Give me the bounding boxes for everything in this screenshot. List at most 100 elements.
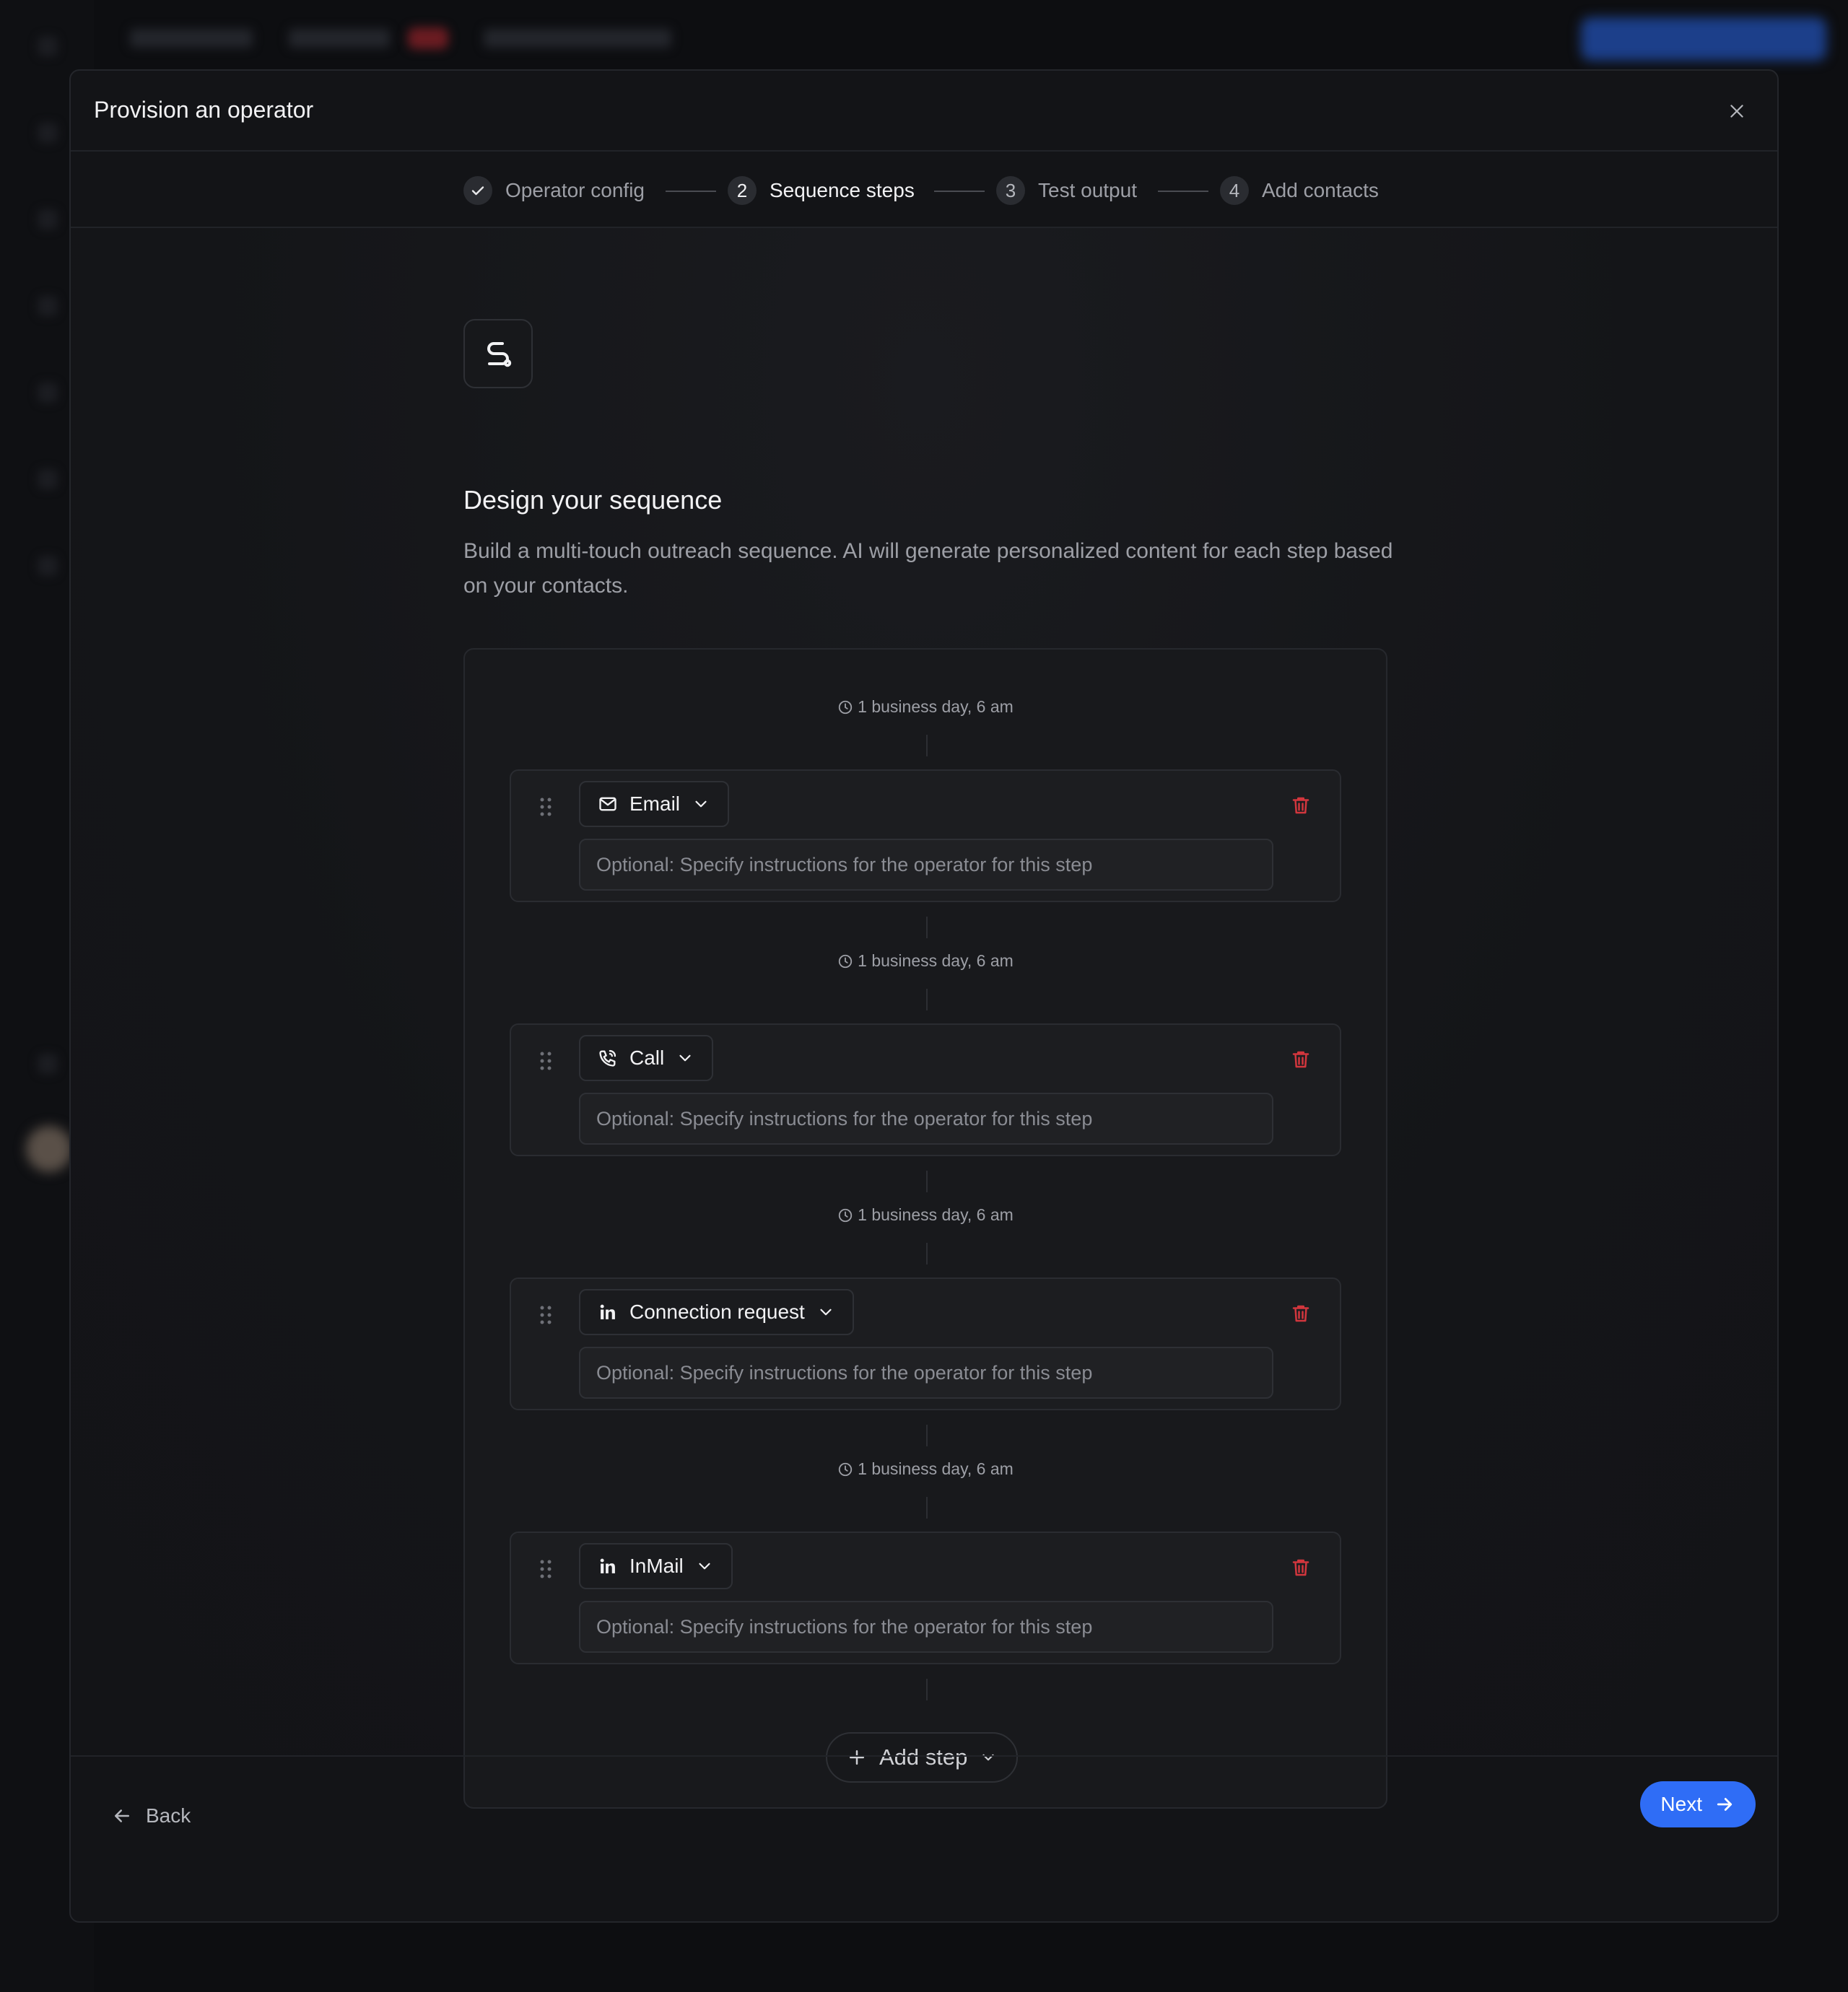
step-instructions-input[interactable] [579, 1601, 1273, 1653]
step-label: Test output [1038, 179, 1137, 201]
step-number: 2 [728, 176, 757, 205]
drag-handle[interactable] [537, 1555, 554, 1583]
stepper-connector [934, 191, 985, 192]
background-nav-icon [38, 36, 58, 56]
stepper-step-add-contacts[interactable]: 4 Add contacts [1220, 169, 1379, 212]
step-number: 3 [996, 176, 1025, 205]
stepper-connector [666, 191, 716, 192]
linkedin-icon [600, 1304, 615, 1319]
sequence-connector [926, 735, 928, 756]
stepper-step-operator-config[interactable]: Operator config [463, 169, 645, 212]
sequence-description: Build a multi-touch outreach sequence. A… [463, 539, 1393, 598]
next-button[interactable]: Next [1640, 1781, 1756, 1827]
step-type-label: Call [629, 1047, 665, 1069]
delete-step-button[interactable] [1288, 1047, 1314, 1073]
step-label: Add contacts [1262, 179, 1379, 201]
phone-icon [599, 1049, 616, 1067]
close-icon [1730, 105, 1743, 118]
close-button[interactable] [1722, 97, 1751, 126]
grip-icon [540, 1306, 552, 1324]
delete-step-button[interactable] [1288, 792, 1314, 818]
background-nav-icon [38, 383, 58, 403]
stepper-step-sequence-steps[interactable]: 2 Sequence steps [728, 169, 915, 212]
background-badge [408, 27, 448, 49]
step-type-select[interactable]: InMail [579, 1543, 733, 1589]
clock-icon [839, 1462, 853, 1476]
background-nav-icon [38, 123, 58, 143]
trash-icon [1292, 1559, 1309, 1576]
sequence-icon-box [463, 319, 533, 388]
step-instructions-input[interactable] [579, 1347, 1273, 1399]
step-delay[interactable]: 1 business day, 6 am [465, 697, 1386, 717]
sequence-connector [926, 1425, 928, 1446]
sequence-step-card: Call [510, 1023, 1341, 1156]
sequence-connector [926, 1679, 928, 1700]
step-type-select[interactable]: Connection request [579, 1289, 854, 1335]
sequence-panel: 1 business day, 6 am Email Optional: Spe… [463, 648, 1387, 1809]
sequence-connector [926, 1171, 928, 1192]
check-icon [471, 186, 484, 196]
step-delay[interactable]: 1 business day, 6 am [465, 1205, 1386, 1225]
background-nav-icon [38, 1054, 58, 1074]
step-type-select[interactable]: Call [579, 1035, 714, 1081]
clock-icon [839, 954, 853, 968]
trash-icon [1292, 797, 1309, 814]
step-type-label: Connection request [629, 1301, 805, 1323]
sequence-step-card: Email [510, 769, 1341, 902]
step-delay-label: 1 business day, 6 am [858, 1205, 1014, 1224]
delete-step-button[interactable] [1288, 1301, 1314, 1327]
sequence-connector [926, 917, 928, 938]
modal-content: Design your sequence Build a multi-touch… [71, 228, 1777, 1809]
step-number: 4 [1220, 176, 1249, 205]
route-icon [487, 342, 512, 367]
background-title [130, 29, 253, 48]
background-tab [484, 29, 671, 48]
drag-handle[interactable] [537, 1301, 554, 1329]
drag-handle[interactable] [537, 1047, 554, 1075]
step-instructions-input[interactable] [579, 839, 1273, 891]
stepper: Operator config 2 Sequence steps 3 Test … [71, 153, 1777, 228]
arrow-right-icon [1717, 1798, 1732, 1811]
sequence-step-card: InMail [510, 1532, 1341, 1664]
step-instructions-input[interactable] [579, 1093, 1273, 1145]
stepper-step-test-output[interactable]: 3 Test output [996, 169, 1137, 212]
chevron-down-icon [679, 1054, 691, 1062]
step-type-label: Email [629, 792, 681, 815]
background-nav-icon [38, 556, 58, 576]
arrow-left-icon [115, 1809, 129, 1822]
grip-icon [540, 798, 552, 816]
background-primary-button [1581, 17, 1826, 61]
step-delay-label: 1 business day, 6 am [858, 951, 1014, 970]
clock-icon [839, 700, 853, 714]
mail-icon [599, 797, 616, 811]
modal-title: Provision an operator [94, 97, 314, 123]
provision-operator-modal: Provision an operator Operator config 2 … [69, 69, 1779, 1923]
drag-handle[interactable] [537, 792, 554, 821]
background-tab [289, 29, 390, 48]
next-label: Next [1660, 1793, 1702, 1815]
step-delay-label: 1 business day, 6 am [858, 697, 1014, 716]
step-label: Sequence steps [770, 179, 915, 201]
chevron-down-icon [820, 1309, 832, 1316]
linkedin-icon [600, 1558, 615, 1573]
modal-header: Provision an operator [71, 71, 1777, 152]
background-nav-icon [38, 296, 58, 316]
step-label: Operator config [505, 179, 645, 201]
chevron-down-icon [699, 1563, 710, 1570]
background-avatar [26, 1126, 72, 1172]
sequence-step-card: Connection request [510, 1277, 1341, 1410]
step-delay-label: 1 business day, 6 am [858, 1459, 1014, 1478]
sequence-connector [926, 989, 928, 1010]
step-type-label: InMail [629, 1555, 684, 1577]
step-delay[interactable]: 1 business day, 6 am [465, 951, 1386, 971]
step-delay[interactable]: 1 business day, 6 am [465, 1459, 1386, 1479]
sequence-connector [926, 1497, 928, 1519]
grip-icon [540, 1052, 552, 1070]
step-type-select[interactable]: Email [579, 781, 730, 827]
delete-step-button[interactable] [1288, 1555, 1314, 1581]
trash-icon [1292, 1051, 1309, 1068]
back-label: Back [146, 1804, 191, 1827]
chevron-down-icon [695, 800, 707, 808]
back-button[interactable]: Back [111, 1794, 191, 1838]
modal-footer: Back Next [71, 1755, 1777, 1921]
